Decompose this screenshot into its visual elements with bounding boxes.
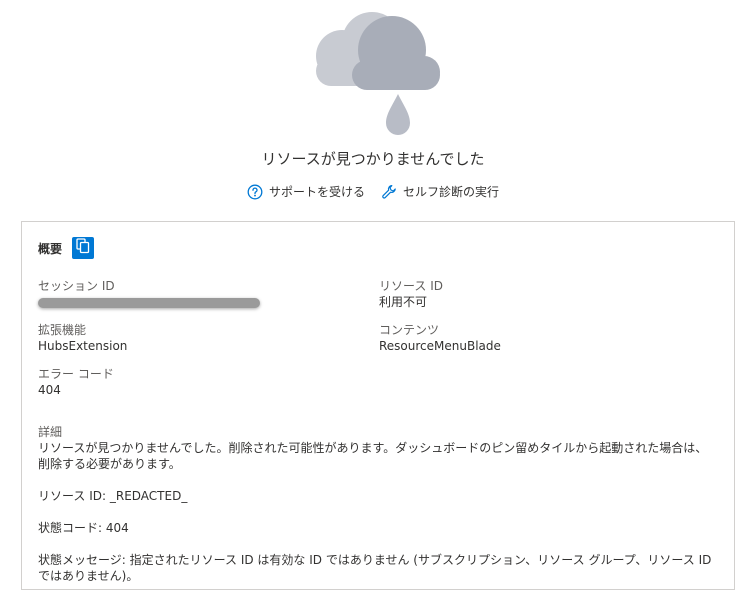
details-message: リソースが見つかりませんでした。削除された可能性があります。ダッシュボードのピン… <box>38 441 708 471</box>
support-link[interactable]: サポートを受ける <box>247 183 365 200</box>
content-value: ResourceMenuBlade <box>379 339 501 353</box>
extension-label: 拡張機能 <box>38 323 87 337</box>
error-title: リソースが見つかりませんでした <box>261 150 485 168</box>
question-circle-icon <box>247 184 263 200</box>
copy-button[interactable] <box>72 237 95 259</box>
session-id-field: セッション ID <box>38 278 260 308</box>
resource-id-label: リソース ID <box>379 279 443 293</box>
support-label: サポートを受ける <box>268 185 365 199</box>
diagnose-label: セルフ診断の実行 <box>403 185 500 199</box>
error-actions: サポートを受ける セルフ診断の実行 <box>0 183 746 200</box>
details-section: 詳細 リソースが見つかりませんでした。削除された可能性があります。ダッシュボード… <box>38 424 718 584</box>
summary-header: 概要 <box>38 237 95 259</box>
summary-title: 概要 <box>38 241 63 256</box>
session-id-label: セッション ID <box>38 279 115 293</box>
details-status-code: 状態コード: 404 <box>38 521 129 535</box>
details-label: 詳細 <box>38 425 63 439</box>
content-label: コンテンツ <box>379 323 440 337</box>
cloud-rain-icon <box>312 8 444 138</box>
extension-value: HubsExtension <box>38 339 128 353</box>
copy-icon <box>76 238 90 258</box>
content-field: コンテンツ ResourceMenuBlade <box>379 322 501 354</box>
details-resource-id: リソース ID: _REDACTED_ <box>38 489 188 503</box>
session-id-redacted <box>38 298 260 308</box>
resource-id-field: リソース ID 利用不可 <box>379 278 443 310</box>
summary-panel: 概要 セッション ID リソース ID 利用不可 拡張機能 HubsExtens… <box>21 221 735 590</box>
details-status-message: 状態メッセージ: 指定されたリソース ID は有効な ID ではありません (サ… <box>38 553 712 583</box>
self-diagnose-link[interactable]: セルフ診断の実行 <box>381 183 499 200</box>
error-code-value: 404 <box>38 383 61 397</box>
error-code-field: エラー コード 404 <box>38 366 114 398</box>
extension-field: 拡張機能 HubsExtension <box>38 322 127 354</box>
error-code-label: エラー コード <box>38 367 114 381</box>
resource-id-value: 利用不可 <box>379 295 428 309</box>
wrench-icon <box>381 184 397 200</box>
